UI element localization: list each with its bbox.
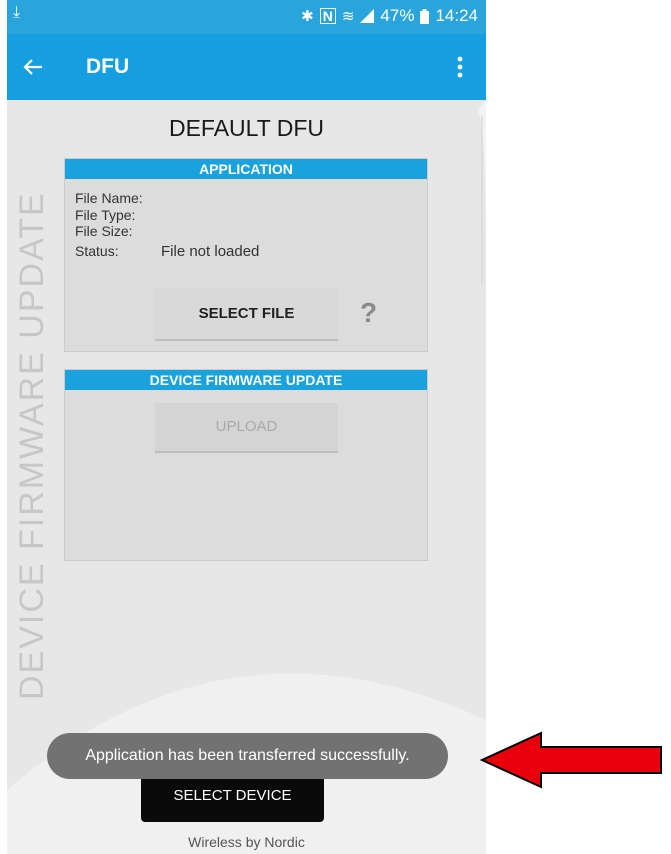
annotation-arrow xyxy=(479,731,662,789)
status-value: File not loaded xyxy=(161,242,260,260)
application-panel-header: APPLICATION xyxy=(65,159,427,179)
file-type-row: File Type: xyxy=(75,207,259,224)
file-size-row: File Size: xyxy=(75,223,259,240)
toast-message: Application has been transferred success… xyxy=(47,733,448,779)
overflow-menu-icon[interactable] xyxy=(457,56,463,78)
clock: 14:24 xyxy=(435,6,478,25)
footer-text: Wireless by Nordic xyxy=(188,834,305,850)
status-label: Status: xyxy=(75,242,119,259)
file-name-row: File Name: xyxy=(75,190,259,207)
nfc-icon: N xyxy=(319,8,336,24)
upload-button[interactable]: UPLOAD xyxy=(155,403,338,453)
file-name-label: File Name: xyxy=(75,190,143,206)
back-arrow-icon[interactable] xyxy=(23,58,43,76)
app-bar: DFU xyxy=(7,34,486,100)
application-panel: APPLICATION File Name: File Type: File S… xyxy=(64,158,428,352)
download-icon: ⤓ xyxy=(13,4,21,21)
file-size-label: File Size: xyxy=(75,223,133,239)
page-title: DEFAULT DFU xyxy=(168,115,325,141)
help-icon[interactable]: ? xyxy=(360,297,377,329)
dfu-panel: DEVICE FIRMWARE UPDATE UPLOAD xyxy=(64,369,428,561)
side-label: DEVICE FIRMWARE UPDATE xyxy=(13,191,51,700)
battery-icon xyxy=(420,8,430,24)
status-bar: ⤓ ✱ N ≋ 47% 14:24 xyxy=(7,0,486,34)
wifi-icon: ≋ xyxy=(341,8,355,25)
phone-screen: ⤓ ✱ N ≋ 47% 14:24 DFU DEVICE FIRMWARE UP… xyxy=(7,0,486,854)
file-type-label: File Type: xyxy=(75,206,136,223)
status-row: Status: File not loaded xyxy=(75,243,259,261)
dfu-panel-header: DEVICE FIRMWARE UPDATE xyxy=(65,370,427,390)
signal-icon xyxy=(360,9,375,23)
select-file-button[interactable]: SELECT FILE xyxy=(155,288,338,341)
battery-percent: 47% xyxy=(380,6,415,25)
app-title: DFU xyxy=(86,55,130,78)
bluetooth-icon: ✱ xyxy=(301,8,314,25)
